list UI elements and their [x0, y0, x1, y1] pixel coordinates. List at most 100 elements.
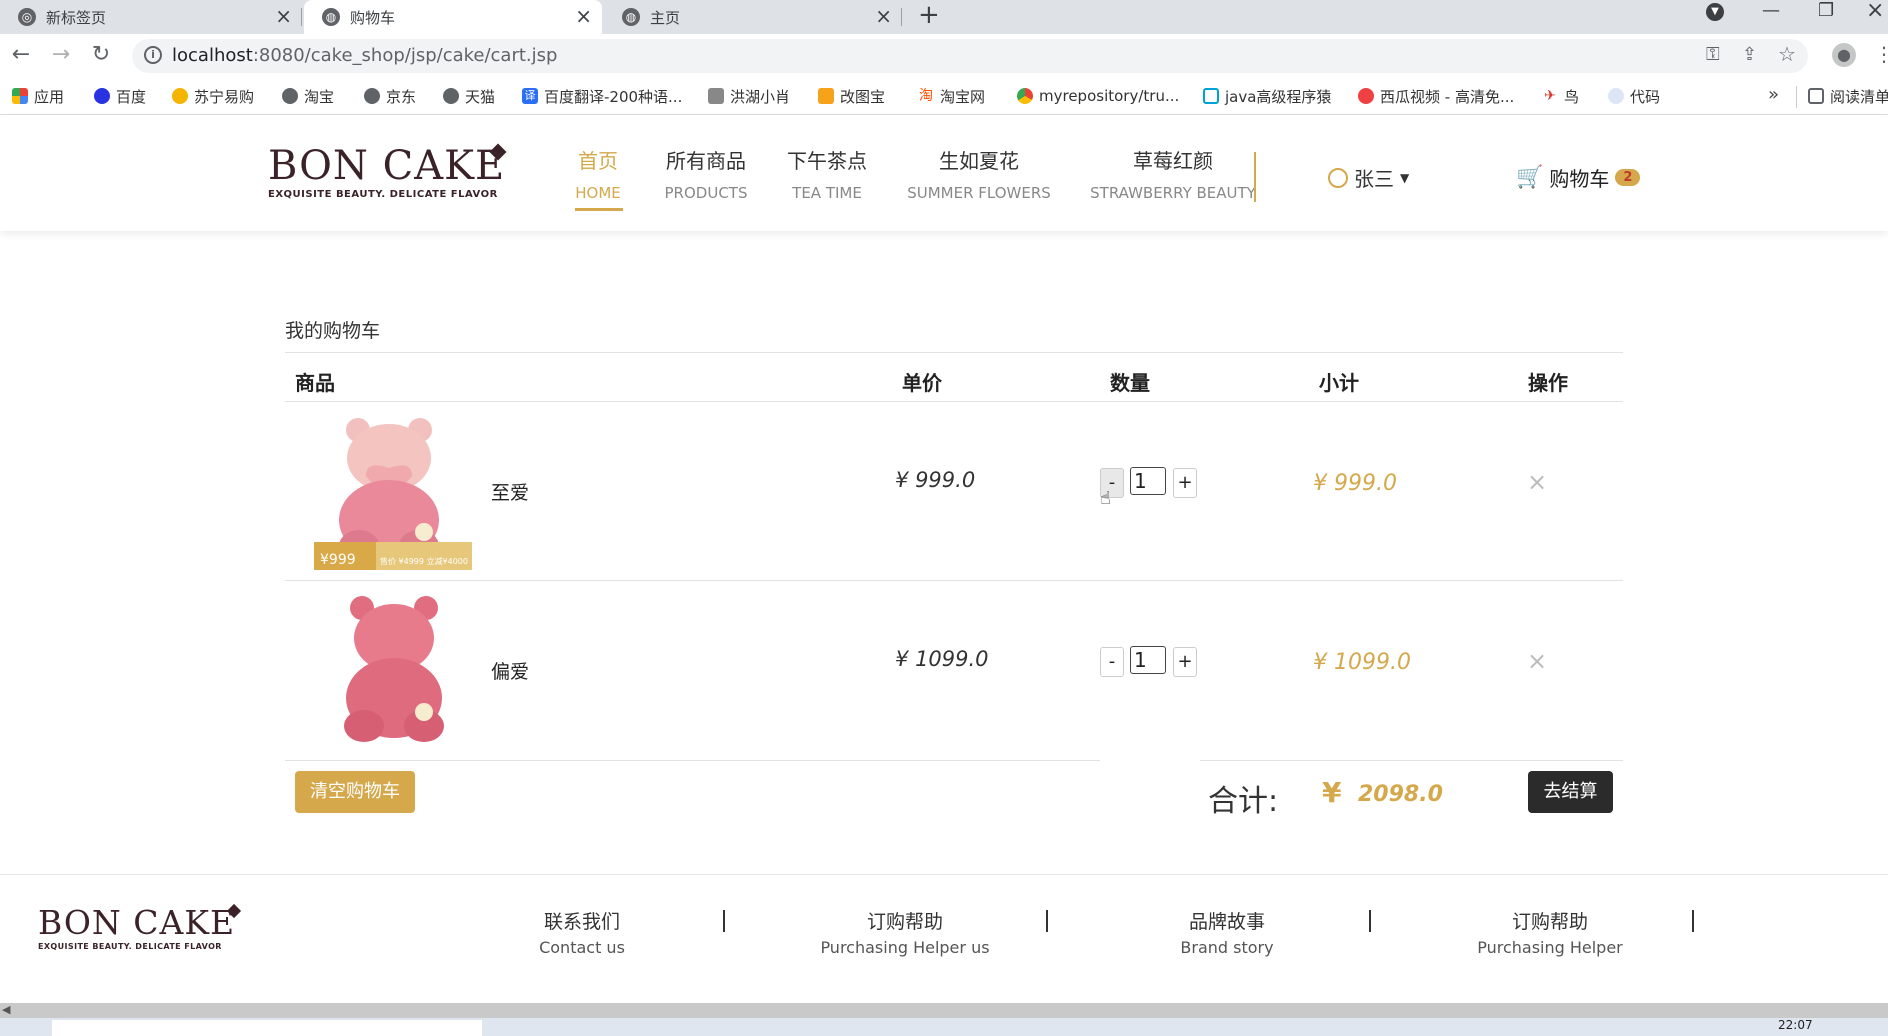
- footer-link-en: Purchasing Helper: [1477, 938, 1623, 957]
- tab-search-icon[interactable]: ▼: [1706, 3, 1724, 21]
- rose-bear-image: [344, 596, 444, 742]
- bookmark-label: 京东: [386, 87, 417, 106]
- close-tab-icon[interactable]: ×: [875, 4, 892, 28]
- nav-summer-flowers[interactable]: 生如夏花 SUMMER FLOWERS: [879, 145, 1079, 202]
- footer-link-contact[interactable]: 联系我们 Contact us: [472, 907, 692, 957]
- footer-link-purchase-help[interactable]: 订购帮助 Purchasing Helper us: [795, 907, 1015, 957]
- bookmark-jd[interactable]: 京东: [364, 86, 416, 106]
- currency-symbol: ¥: [1313, 471, 1327, 496]
- nav-strawberry-beauty[interactable]: 草莓红颜 STRAWBERRY BEAUTY: [1073, 145, 1273, 202]
- header-cart[interactable]: 🛒 购物车 2: [1516, 163, 1641, 192]
- product-image[interactable]: [334, 594, 454, 746]
- close-tab-icon[interactable]: ×: [575, 4, 592, 28]
- bookmark-label: 百度翻译-200种语...: [544, 87, 683, 106]
- cart-header-bottom-border: [285, 401, 1623, 402]
- minimize-icon[interactable]: —: [1762, 0, 1780, 21]
- bookmark-baidu[interactable]: 百度: [94, 86, 146, 106]
- bilibili-icon: [1203, 88, 1219, 104]
- taobao-icon: 淘: [919, 88, 933, 104]
- globe-icon: [364, 88, 380, 104]
- bookmark-label: java高级程序猿: [1225, 87, 1332, 106]
- footer-divider: [723, 910, 725, 932]
- column-action: 操作: [1528, 371, 1568, 395]
- bookmark-taobaowang[interactable]: 淘淘宝网: [918, 86, 985, 106]
- bookmark-apps[interactable]: 应用: [12, 86, 64, 106]
- unit-price: ¥ 999.0: [895, 468, 975, 492]
- product-image[interactable]: ¥999 售价 ¥4999 立减¥4000: [314, 416, 472, 570]
- os-taskbar: 22:07: [0, 1018, 1888, 1036]
- caret-down-icon: ▼: [1400, 170, 1410, 185]
- address-bar[interactable]: i localhost:8080/cake_shop/jsp/cake/cart…: [132, 39, 1808, 73]
- product-name[interactable]: 偏爱: [491, 657, 529, 684]
- back-icon[interactable]: ←: [8, 42, 34, 68]
- bookmarks-overflow-icon[interactable]: »: [1768, 84, 1779, 105]
- footer-link-brand-story[interactable]: 品牌故事 Brand story: [1117, 907, 1337, 957]
- reading-list[interactable]: 阅读清单: [1808, 86, 1888, 106]
- apps-grid-icon: [12, 88, 28, 104]
- cart-label: 购物车: [1549, 167, 1610, 191]
- taskbar-clock: 22:07: [1778, 1018, 1813, 1032]
- footer-link-purchasing-helper[interactable]: 订购帮助 Purchasing Helper: [1440, 907, 1660, 957]
- profile-icon[interactable]: ●: [1832, 43, 1856, 67]
- close-window-icon[interactable]: ×: [1866, 0, 1884, 23]
- bookmark-honghu[interactable]: 洪湖小肖: [708, 86, 790, 106]
- restore-icon[interactable]: ❐: [1818, 0, 1834, 21]
- forward-icon[interactable]: →: [48, 42, 74, 68]
- user-menu[interactable]: 张三 ▼: [1328, 163, 1409, 192]
- currency-symbol: ¥: [895, 647, 909, 671]
- unit-price-value: 1099.0: [915, 647, 989, 671]
- key-icon[interactable]: ⚿: [1706, 44, 1720, 65]
- reading-list-label: 阅读清单: [1830, 87, 1888, 106]
- bookmark-xigua[interactable]: 西瓜视频 - 高清免...: [1358, 86, 1514, 106]
- bookmark-myrepository[interactable]: myrepository/tru...: [1017, 86, 1179, 106]
- quantity-input[interactable]: 1: [1130, 467, 1166, 495]
- bookmark-gaitubao[interactable]: 改图宝: [818, 86, 885, 106]
- column-product: 商品: [295, 371, 335, 395]
- item-subtotal: ¥ 999.0: [1313, 471, 1397, 496]
- bookmark-baidu-translate[interactable]: 译百度翻译-200种语...: [522, 86, 682, 106]
- quantity-decrease-button[interactable]: -: [1100, 647, 1124, 677]
- globe-icon: [282, 88, 298, 104]
- tab-cart[interactable]: ◍ 购物车 ×: [304, 0, 602, 34]
- info-icon[interactable]: i: [144, 46, 162, 64]
- bookmark-taobao[interactable]: 淘宝: [282, 86, 334, 106]
- quantity-increase-button[interactable]: +: [1173, 468, 1197, 498]
- logo-tagline: EXQUISITE BEAUTY. DELICATE FLAVOR: [38, 942, 222, 951]
- product-name[interactable]: 至爱: [491, 478, 529, 505]
- bookmark-divider: [1796, 86, 1797, 108]
- remove-item-icon[interactable]: ×: [1527, 468, 1547, 496]
- taskbar-search-box[interactable]: [52, 1020, 482, 1036]
- bookmark-suning[interactable]: 苏宁易购: [172, 86, 254, 106]
- horizontal-scrollbar[interactable]: ◀: [0, 1003, 1888, 1018]
- tab-new-tab[interactable]: ◎ 新标签页 ×: [0, 0, 302, 34]
- quantity-increase-button[interactable]: +: [1173, 647, 1197, 677]
- quantity-input[interactable]: 1: [1130, 646, 1166, 674]
- new-tab-button[interactable]: +: [918, 0, 940, 30]
- globe-icon: ◍: [322, 8, 340, 26]
- remove-item-icon[interactable]: ×: [1527, 647, 1547, 675]
- tab-divider: [901, 8, 902, 26]
- tab-home[interactable]: ◍ 主页 ×: [604, 0, 902, 34]
- footer-logo[interactable]: BON CAKE EXQUISITE BEAUTY. DELICATE FLAV…: [38, 905, 235, 952]
- scroll-left-arrow-icon[interactable]: ◀: [2, 1003, 10, 1016]
- column-unit-price: 单价: [902, 371, 942, 395]
- menu-icon[interactable]: ⋮: [1874, 42, 1888, 66]
- checkout-button[interactable]: 去结算: [1528, 771, 1613, 813]
- close-tab-icon[interactable]: ×: [275, 4, 292, 28]
- bookmark-label: 淘宝: [304, 87, 335, 106]
- footer-link-cn: 品牌故事: [1188, 911, 1265, 933]
- translate-icon: 译: [522, 88, 538, 104]
- baidu-paw-icon: [94, 88, 110, 104]
- bookmark-code[interactable]: 代码: [1608, 86, 1660, 106]
- bookmark-star-icon[interactable]: ☆: [1778, 42, 1796, 66]
- bookmark-tmall[interactable]: 天猫: [443, 86, 495, 106]
- nav-label-en: SUMMER FLOWERS: [907, 184, 1051, 202]
- item-subtotal: ¥ 1099.0: [1313, 650, 1411, 675]
- bookmark-niao[interactable]: ✈ 鸟: [1542, 86, 1579, 106]
- bookmark-java[interactable]: java高级程序猿: [1203, 86, 1331, 106]
- share-icon[interactable]: ⇪: [1742, 44, 1757, 65]
- reload-icon[interactable]: ↻: [88, 42, 114, 68]
- site-logo[interactable]: BON CAKE EXQUISITE BEAUTY. DELICATE FLAV…: [268, 145, 505, 200]
- clear-cart-button[interactable]: 清空购物车: [295, 771, 415, 813]
- chrome-icon: [1017, 88, 1033, 104]
